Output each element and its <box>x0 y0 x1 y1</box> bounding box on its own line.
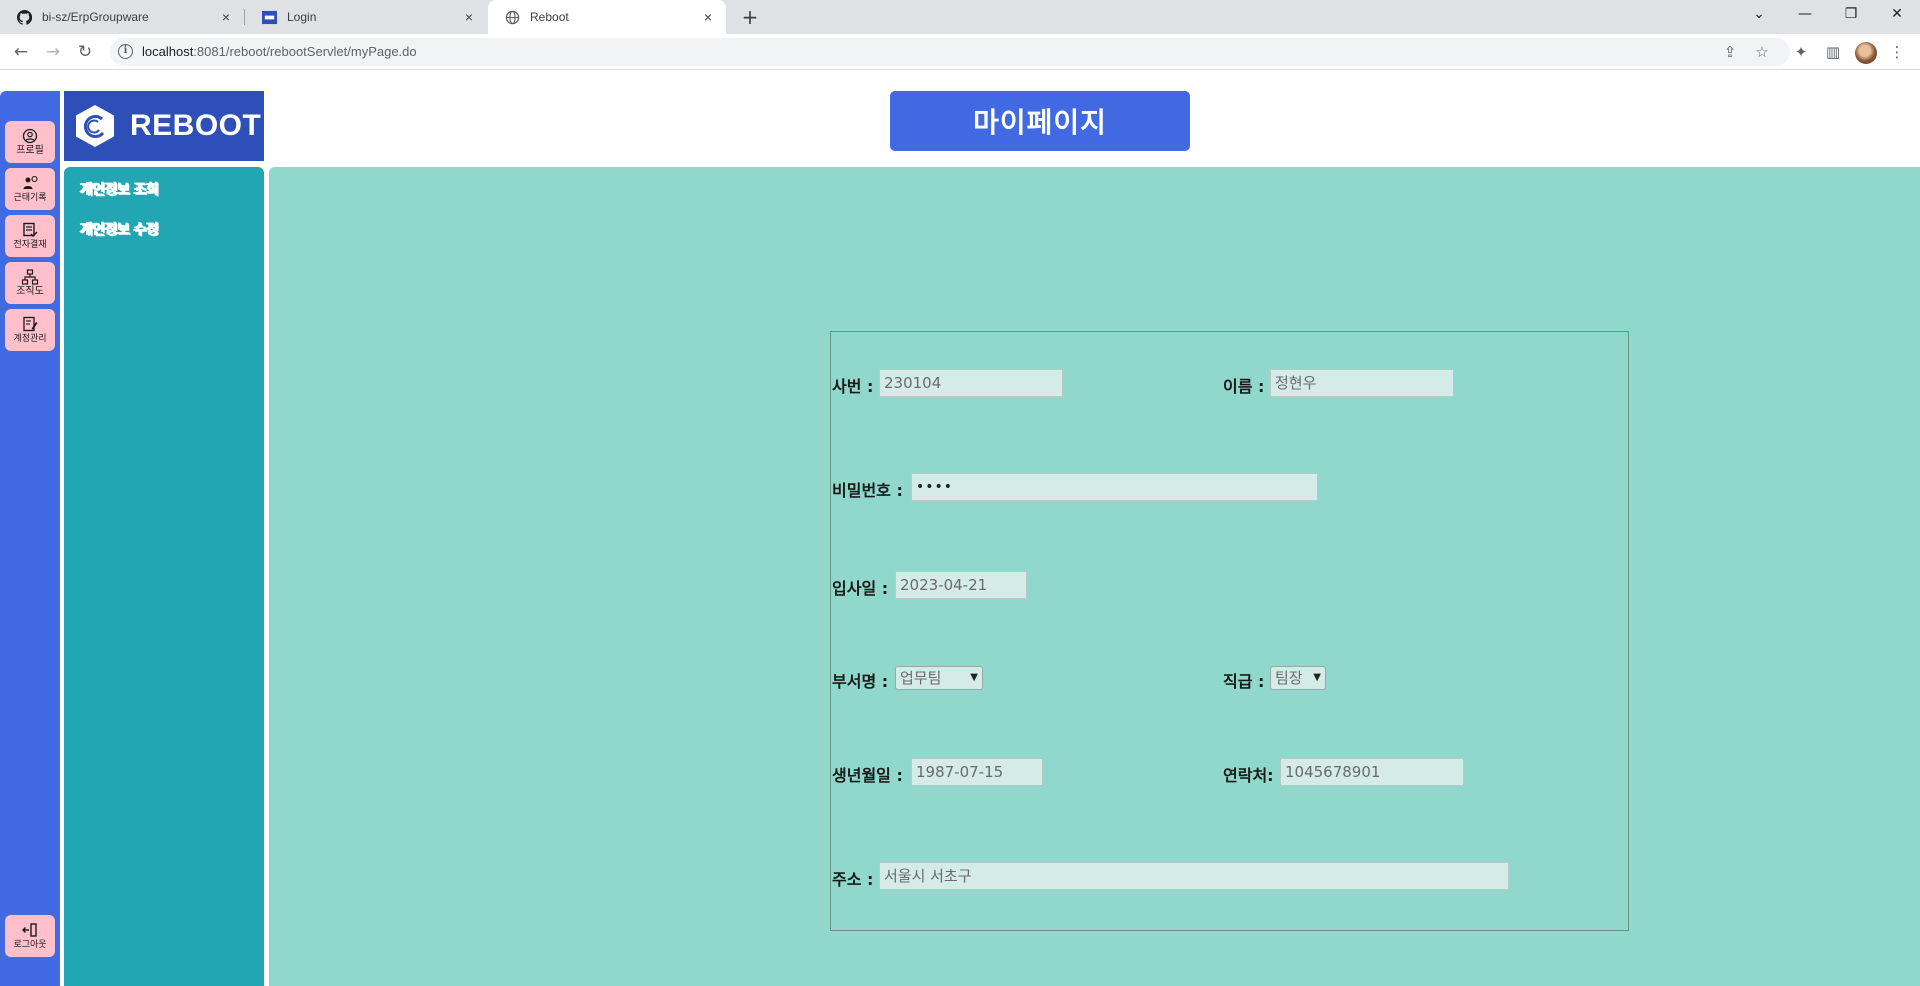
subnav-item-edit-info[interactable]: 개인정보 수정 <box>80 219 159 239</box>
url-text: localhost:8081/reboot/rebootServlet/myPa… <box>142 44 417 59</box>
subnav-item-view-info[interactable]: 개인정보 조회 <box>80 179 159 199</box>
forward-icon[interactable]: → <box>41 40 65 64</box>
main-sidebar: 프로필 근태기록 전자결재 조직도 계정관리 로그아웃 <box>0 91 60 986</box>
profile-icon <box>22 128 38 143</box>
restore-icon[interactable]: ❐ <box>1828 0 1874 30</box>
close-icon[interactable]: × <box>218 9 234 25</box>
phone-label: 연락처: <box>1223 766 1274 785</box>
sidebar-item-org-chart[interactable]: 조직도 <box>5 262 55 304</box>
name-label: 이름 : <box>1223 377 1265 396</box>
menu-dots-icon[interactable]: ⋮ <box>1887 42 1907 62</box>
emp-no-field[interactable]: 230104 <box>879 369 1063 397</box>
github-icon <box>16 9 32 25</box>
reload-icon[interactable]: ↻ <box>73 40 97 64</box>
sidebar-item-approval[interactable]: 전자결재 <box>5 215 55 257</box>
sidebar-item-profile[interactable]: 프로필 <box>5 121 55 163</box>
page-title: 마이페이지 <box>890 91 1190 151</box>
phone-field[interactable]: 1045678901 <box>1280 758 1464 786</box>
password-field[interactable]: •••• <box>911 473 1318 501</box>
department-select[interactable]: 업무팀 ▼ <box>895 666 983 690</box>
bookmark-star-icon[interactable]: ☆ <box>1752 42 1772 62</box>
side-panel-icon[interactable]: ▥ <box>1823 42 1843 62</box>
name-field[interactable]: 정현우 <box>1270 369 1454 397</box>
new-tab-button[interactable]: + <box>738 5 762 29</box>
position-select[interactable]: 팀장 ▼ <box>1270 666 1326 690</box>
tab-login[interactable]: Login × <box>245 0 487 34</box>
sidebar-item-label: 근태기록 <box>13 192 47 203</box>
sidebar-item-attendance[interactable]: 근태기록 <box>5 168 55 210</box>
logout-button[interactable]: 로그아웃 <box>5 915 55 957</box>
password-label: 비밀번호 : <box>832 481 903 500</box>
reboot-logo-icon <box>76 105 114 147</box>
tab-label: bi-sz/ErpGroupware <box>42 10 149 24</box>
attendance-icon <box>23 175 38 189</box>
sub-sidebar: 개인정보 조회 개인정보 수정 <box>64 167 264 986</box>
emp-no-label: 사번 : <box>832 377 874 396</box>
share-icon[interactable]: ⇪ <box>1720 42 1740 62</box>
url-host: localhost <box>142 44 194 59</box>
sidebar-item-label: 계정관리 <box>13 333 47 344</box>
sidebar-item-account[interactable]: 계정관리 <box>5 309 55 351</box>
url-path: :8081/reboot/rebootServlet/myPage.do <box>193 44 417 59</box>
page: 프로필 근태기록 전자결재 조직도 계정관리 로그아웃 REBOOT 개인정보 … <box>0 71 1920 986</box>
hire-date-label: 입사일 : <box>832 579 889 598</box>
department-value: 업무팀 <box>900 669 942 687</box>
account-manage-icon <box>23 316 38 331</box>
site-info-icon[interactable]: i <box>118 44 133 59</box>
chevron-down-icon: ▼ <box>1313 672 1321 683</box>
close-icon[interactable]: × <box>700 9 716 25</box>
brand-name: REBOOT <box>130 109 262 142</box>
close-icon[interactable]: × <box>461 9 477 25</box>
sidebar-item-label: 전자결재 <box>13 239 47 250</box>
hire-date-field[interactable]: 2023-04-21 <box>895 571 1027 599</box>
brand-logo[interactable]: REBOOT <box>64 91 264 161</box>
profile-avatar[interactable] <box>1855 42 1877 64</box>
position-value: 팀장 <box>1275 669 1303 687</box>
org-chart-icon <box>21 268 39 285</box>
extensions-icon[interactable]: ✦ <box>1791 42 1811 62</box>
birth-date-label: 생년월일 : <box>832 766 903 785</box>
address-bar[interactable]: i localhost:8081/reboot/rebootServlet/my… <box>110 38 1790 66</box>
site-icon <box>261 9 277 25</box>
tab-erpgroupware[interactable]: bi-sz/ErpGroupware × <box>0 0 244 34</box>
position-label: 직급 : <box>1223 672 1265 691</box>
sidebar-item-label: 프로필 <box>16 144 44 156</box>
back-icon[interactable]: ← <box>9 40 33 64</box>
profile-form: 사번 : 230104 이름 : 정현우 비밀번호 : •••• 입사일 : 2… <box>830 331 1629 931</box>
sidebar-item-label: 조직도 <box>16 285 44 297</box>
approval-icon <box>23 222 38 237</box>
globe-icon <box>504 9 520 25</box>
window-close-icon[interactable]: ✕ <box>1874 0 1920 30</box>
birth-date-field[interactable]: 1987-07-15 <box>911 758 1043 786</box>
minimize-icon[interactable]: — <box>1782 0 1828 30</box>
tab-reboot[interactable]: Reboot × <box>488 0 726 34</box>
logout-label: 로그아웃 <box>13 939 47 950</box>
browser-toolbar: ← → ↻ i localhost:8081/reboot/rebootServ… <box>0 34 1920 70</box>
browser-tab-bar: bi-sz/ErpGroupware × Login × Reboot × + … <box>0 0 1920 34</box>
address-label: 주소 : <box>832 870 874 889</box>
department-label: 부서명 : <box>832 672 889 691</box>
tab-label: Reboot <box>530 10 569 24</box>
logout-icon <box>22 922 37 937</box>
tab-label: Login <box>287 10 317 24</box>
chevron-down-icon[interactable]: ⌄ <box>1736 0 1782 30</box>
chevron-down-icon: ▼ <box>970 672 978 683</box>
address-field[interactable]: 서울시 서초구 <box>879 862 1509 890</box>
